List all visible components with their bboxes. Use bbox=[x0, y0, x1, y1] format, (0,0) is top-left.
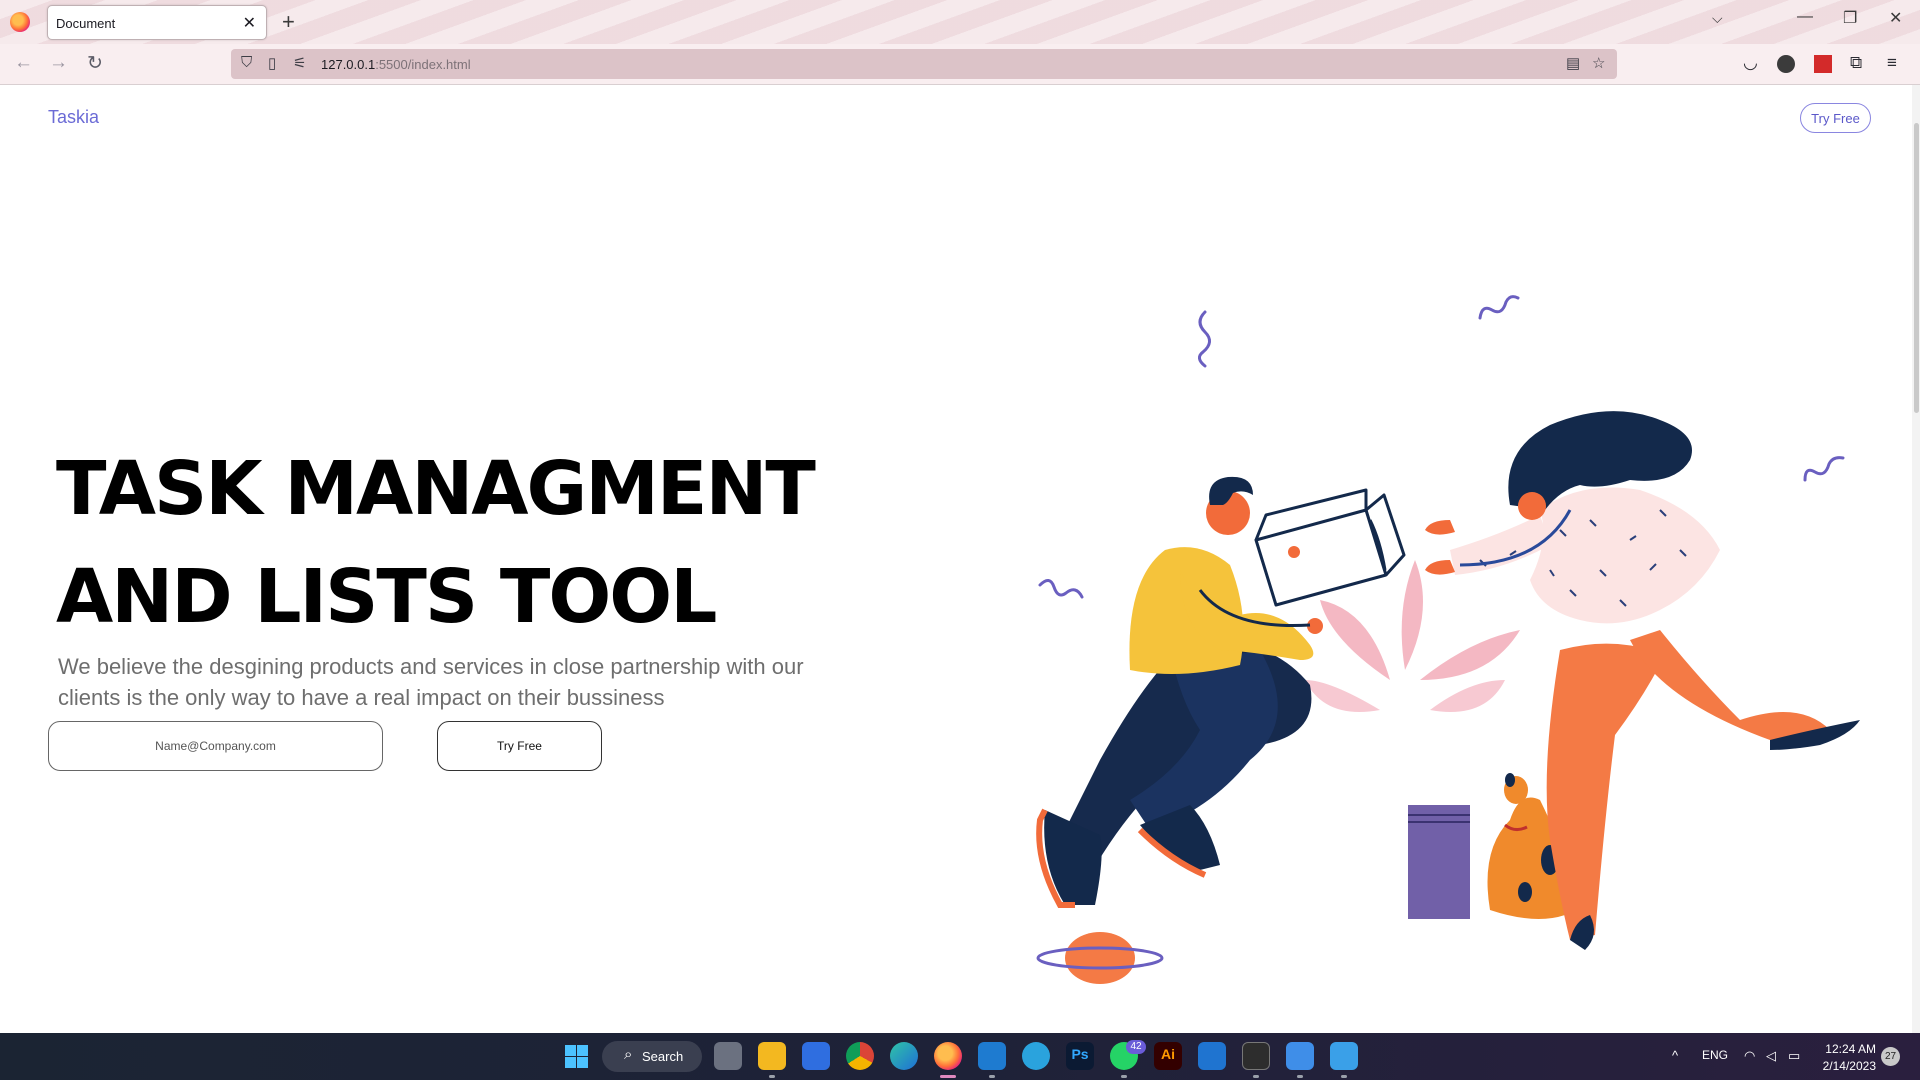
planet-decoration bbox=[1036, 932, 1164, 984]
scrollbar-thumb[interactable] bbox=[1914, 123, 1919, 413]
hero-title: TASK MANAGMENT AND LISTS TOOL bbox=[56, 435, 856, 651]
box-illustration bbox=[1254, 488, 1406, 607]
list-all-tabs-icon[interactable]: ⌵ bbox=[1712, 10, 1723, 27]
search-icon: ⌕ bbox=[624, 1046, 633, 1063]
nav-bar: ← → ↻ ⛉ ▯ ⚟ 127.0.0.1:5500/index.html ▤ … bbox=[0, 44, 1920, 85]
squiggle-decoration bbox=[1803, 456, 1845, 482]
mail-icon[interactable] bbox=[1198, 1042, 1226, 1070]
volume-icon[interactable]: ◁ bbox=[1766, 1048, 1776, 1064]
forward-button[interactable]: → bbox=[49, 52, 68, 74]
shield-icon[interactable]: ⛉ bbox=[241, 54, 252, 71]
file-explorer-icon[interactable] bbox=[758, 1042, 786, 1070]
edge-icon[interactable] bbox=[890, 1042, 918, 1070]
url-path: :5500/index.html bbox=[375, 57, 471, 72]
task-view-icon[interactable] bbox=[714, 1042, 742, 1070]
tab-bar: Document ✕ + ⌵ — ❐ ✕ bbox=[0, 0, 1920, 44]
page-icon[interactable]: ▯ bbox=[268, 54, 276, 72]
photoshop-label: Ps bbox=[1071, 1046, 1089, 1062]
brand-logo[interactable]: Taskia bbox=[48, 107, 99, 128]
photoshop-icon[interactable]: Ps bbox=[1066, 1042, 1094, 1070]
url-bar[interactable]: ⛉ ▯ ⚟ 127.0.0.1:5500/index.html ▤ ☆ bbox=[231, 49, 1617, 79]
illustrator-label: Ai bbox=[1161, 1046, 1175, 1062]
reload-button[interactable]: ↻ bbox=[87, 52, 103, 75]
whatsapp-badge: 42 bbox=[1126, 1040, 1146, 1054]
minimize-button[interactable]: — bbox=[1797, 8, 1813, 26]
new-tab-button[interactable]: + bbox=[282, 9, 295, 35]
squiggle-decoration bbox=[1198, 310, 1211, 368]
page-viewport: Taskia Try Free TASK MANAGMENT AND LISTS… bbox=[0, 85, 1920, 1033]
reader-view-icon[interactable]: ▤ bbox=[1566, 54, 1580, 72]
telegram-icon[interactable] bbox=[1022, 1042, 1050, 1070]
extension-icon[interactable] bbox=[1814, 55, 1832, 73]
page-scrollbar[interactable] bbox=[1912, 85, 1920, 1033]
clock-date: 2/14/2023 bbox=[1822, 1059, 1876, 1073]
url-text[interactable]: 127.0.0.1:5500/index.html bbox=[321, 57, 471, 72]
tab-title: Document bbox=[56, 16, 116, 31]
bookmark-star-icon[interactable]: ☆ bbox=[1592, 54, 1605, 72]
paint-icon[interactable] bbox=[1286, 1042, 1314, 1070]
tray-chevron-icon[interactable]: ^ bbox=[1672, 1048, 1678, 1063]
email-input[interactable] bbox=[48, 721, 383, 771]
microsoft-store-icon[interactable] bbox=[802, 1042, 830, 1070]
clock-time: 12:24 AM bbox=[1825, 1042, 1876, 1056]
battery-icon[interactable]: ▭ bbox=[1788, 1048, 1800, 1064]
vscode-icon[interactable] bbox=[978, 1042, 1006, 1070]
firefox-logo-icon bbox=[10, 12, 30, 32]
potted-plant bbox=[1305, 560, 1520, 919]
start-button[interactable] bbox=[565, 1045, 588, 1068]
search-label: Search bbox=[642, 1049, 684, 1064]
language-indicator[interactable]: ENG bbox=[1702, 1048, 1728, 1062]
notification-count[interactable]: 27 bbox=[1881, 1047, 1900, 1066]
clock[interactable]: 12:24 AM 2/14/2023 bbox=[1812, 1041, 1876, 1075]
illustrator-icon[interactable]: Ai bbox=[1154, 1042, 1182, 1070]
windows-taskbar: ⌕ Search Ps 42 Ai ^ ENG ◠ ◁ ▭ 12:24 AM 2… bbox=[0, 1033, 1920, 1080]
hero-title-line-1: TASK MANAGMENT bbox=[56, 446, 816, 532]
menu-icon[interactable]: ≡ bbox=[1887, 53, 1897, 73]
restore-button[interactable]: ❐ bbox=[1843, 8, 1857, 28]
hero-description: We believe the desgining products and se… bbox=[58, 654, 804, 710]
firefox-icon[interactable] bbox=[934, 1042, 962, 1070]
tab-close-icon[interactable]: ✕ bbox=[243, 13, 256, 33]
puzzle-icon[interactable]: ⧉ bbox=[1850, 53, 1862, 73]
back-button[interactable]: ← bbox=[14, 52, 33, 74]
notepad-icon[interactable] bbox=[1330, 1042, 1358, 1070]
squiggle-decoration bbox=[1478, 295, 1520, 320]
account-icon[interactable] bbox=[1777, 55, 1795, 73]
close-window-button[interactable]: ✕ bbox=[1889, 8, 1902, 28]
terminal-icon[interactable] bbox=[1242, 1042, 1270, 1070]
wifi-icon[interactable]: ◠ bbox=[1744, 1048, 1755, 1064]
header-try-free-button[interactable]: Try Free bbox=[1800, 103, 1871, 133]
pocket-icon[interactable]: ◡ bbox=[1743, 53, 1758, 73]
chrome-icon[interactable] bbox=[846, 1042, 874, 1070]
hero-try-free-button[interactable]: Try Free bbox=[437, 721, 602, 771]
taskbar-search[interactable]: ⌕ Search bbox=[602, 1041, 702, 1072]
hero-title-line-2: AND LISTS TOOL bbox=[56, 554, 717, 640]
hero-illustration bbox=[1036, 295, 1860, 984]
squiggle-decoration bbox=[1038, 579, 1084, 599]
tab-document[interactable]: Document ✕ bbox=[47, 5, 267, 40]
url-host: 127.0.0.1 bbox=[321, 57, 376, 72]
permissions-icon[interactable]: ⚟ bbox=[293, 54, 306, 72]
